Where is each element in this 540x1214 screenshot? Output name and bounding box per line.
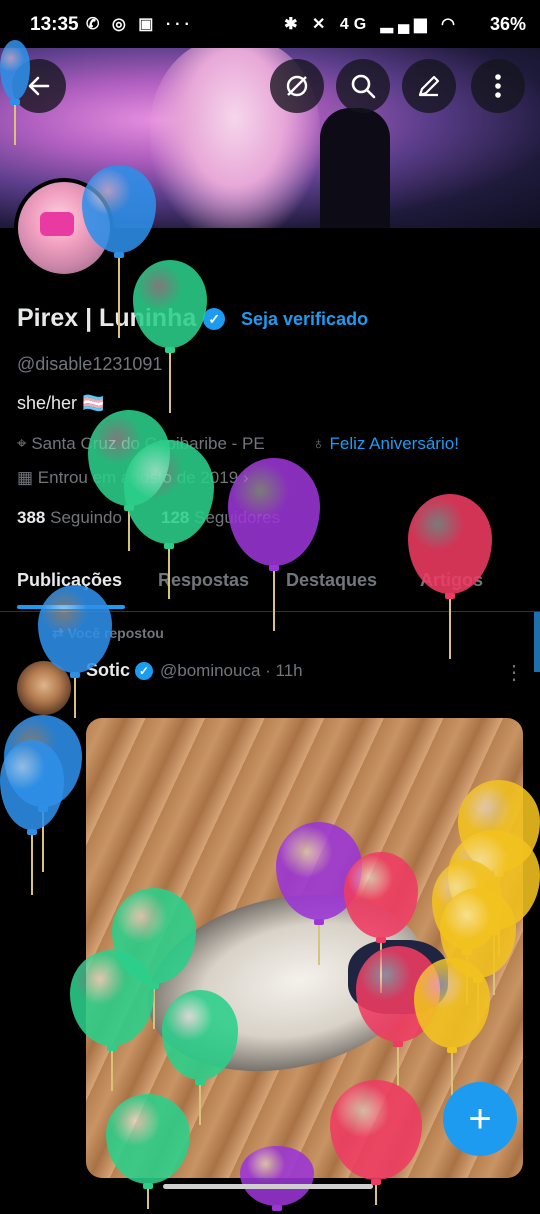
birthday-text: Feliz Aniversário! (329, 434, 459, 453)
status-time: 13:35 (30, 14, 79, 35)
balloon (70, 950, 154, 1094)
edit-icon (418, 75, 440, 97)
status-bar: 13:35 ✆ ◎ ▣ ··· ✱ ✕ 4G ▂▄▆ ◠ 36% (0, 0, 540, 48)
balloon (124, 440, 214, 602)
more-button[interactable] (471, 59, 525, 113)
search-icon (351, 74, 376, 99)
notification-icons: ✆ ◎ ▣ ··· (86, 16, 194, 33)
search-button[interactable] (336, 59, 390, 113)
balloon (240, 1146, 314, 1214)
edit-button[interactable] (402, 59, 456, 113)
balloon (133, 260, 207, 416)
get-verified-link[interactable]: Seja verificado (241, 309, 368, 330)
scroll-indicator (534, 612, 540, 672)
balloon-icon: ♁ (312, 434, 325, 453)
no-sync-icon (286, 75, 308, 97)
following-count: 388 (17, 508, 46, 527)
balloon (408, 494, 492, 662)
balloon (0, 740, 64, 898)
compose-button[interactable]: + (443, 1082, 517, 1156)
avatar-camera (40, 212, 74, 236)
battery-level: 36% (489, 14, 526, 34)
banner-silhouette (320, 108, 390, 228)
balloon (106, 1094, 190, 1212)
system-icons: ✱ ✕ 4G ▂▄▆ ◠ (284, 16, 460, 33)
more-vertical-icon (495, 74, 501, 98)
post-handle-time: @bominouca · 11h (160, 661, 303, 680)
home-indicator (163, 1184, 373, 1189)
balloon (38, 585, 112, 721)
no-sync-button[interactable] (270, 59, 324, 113)
profile-birthday[interactable]: ♁ Feliz Aniversário! (312, 434, 459, 454)
post-verified-icon: ✓ (135, 662, 154, 681)
balloon (228, 458, 320, 634)
calendar-icon: ▦ (17, 468, 34, 487)
post-more-icon[interactable]: ⋮ (504, 660, 524, 685)
location-pin-icon: ⌖ (17, 434, 27, 453)
balloon (0, 40, 30, 148)
